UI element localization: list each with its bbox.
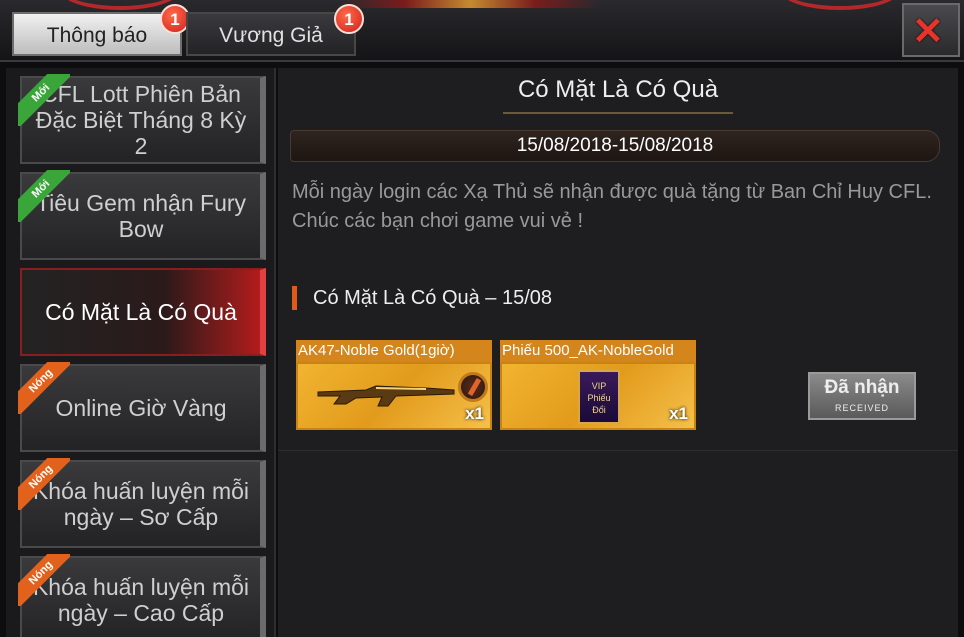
new-ribbon: Mới <box>18 170 70 222</box>
page-title: Có Mặt Là Có Quà <box>503 76 733 114</box>
description-line: Chúc các bạn chơi game vui vẻ ! <box>292 210 584 232</box>
new-ribbon: Mới <box>18 74 70 126</box>
reward-item[interactable]: AK47-Noble Gold(1giờ) x1 <box>296 340 492 430</box>
sidebar-item-label: Có Mặt Là Có Quà <box>45 299 237 325</box>
close-button[interactable]: ✕ <box>902 3 960 57</box>
event-detail-panel: Có Mặt Là Có Quà 15/08/2018-15/08/2018 M… <box>278 68 958 637</box>
tab-vuong-gia[interactable]: Vương Giả <box>186 12 356 56</box>
header-ornament-left <box>60 0 180 10</box>
tab-label: Vương Giả <box>219 24 323 47</box>
medal-icon <box>458 372 488 402</box>
header-ornament-right <box>780 0 900 10</box>
received-sublabel: RECEIVED <box>834 403 889 413</box>
event-description: Mỗi ngày login các Xạ Thủ sẽ nhận được q… <box>292 178 942 236</box>
reward-section-heading: Có Mặt Là Có Quà – 15/08 <box>292 286 552 310</box>
divider <box>278 450 958 451</box>
hot-ribbon: Nóng <box>18 458 70 510</box>
tab-label: Thông báo <box>46 24 148 47</box>
hot-ribbon: Nóng <box>18 554 70 606</box>
event-date-range: 15/08/2018-15/08/2018 <box>290 130 940 162</box>
reward-quantity: x1 <box>465 404 484 423</box>
received-button[interactable]: Đã nhận RECEIVED <box>808 372 916 420</box>
reward-quantity: x1 <box>669 404 688 423</box>
reward-icon-box: x1 <box>296 362 492 430</box>
sidebar-item-khoa-huan-luyen-so-cap[interactable]: Nóng Khóa huấn luyện mỗi ngày – Sơ Cấp <box>18 458 266 548</box>
description-line: Mỗi ngày login các Xạ Thủ sẽ nhận được q… <box>292 181 932 203</box>
reward-item[interactable]: Phiếu 500_AK-NobleGold VIP Phiếu Đổi x1 <box>500 340 696 430</box>
voucher-card-icon: VIP Phiếu Đổi <box>578 370 620 424</box>
rifle-icon <box>317 385 455 407</box>
header-ornament-center <box>340 0 600 8</box>
sidebar-item-cfl-lott[interactable]: Mới CFL Lott Phiên Bản Đặc Biệt Tháng 8 … <box>18 74 266 164</box>
sidebar-item-label: Online Giờ Vàng <box>55 395 227 421</box>
notification-badge: 1 <box>334 4 364 34</box>
sidebar-item-co-mat-la-co-qua[interactable]: Có Mặt Là Có Quà <box>20 268 266 356</box>
top-header: Thông báo 1 Vương Giả 1 ✕ <box>0 0 964 62</box>
sidebar-item-online-gio-vang[interactable]: Nóng Online Giờ Vàng <box>18 362 266 452</box>
sidebar-item-tieu-gem[interactable]: Mới Tiêu Gem nhận Fury Bow <box>18 170 266 260</box>
close-icon: ✕ <box>912 11 944 53</box>
sidebar-item-khoa-huan-luyen-cao-cap[interactable]: Nóng Khóa huấn luyện mỗi ngày – Cao Cấp <box>18 554 266 637</box>
tab-thong-bao[interactable]: Thông báo <box>12 12 182 56</box>
reward-name: Phiếu 500_AK-NobleGold <box>500 340 696 362</box>
hot-ribbon: Nóng <box>18 362 70 414</box>
received-label: Đã nhận <box>824 377 900 398</box>
reward-icon-box: VIP Phiếu Đổi x1 <box>500 362 696 430</box>
reward-name: AK47-Noble Gold(1giờ) <box>296 340 492 362</box>
event-sidebar[interactable]: Mới CFL Lott Phiên Bản Đặc Biệt Tháng 8 … <box>6 68 276 637</box>
